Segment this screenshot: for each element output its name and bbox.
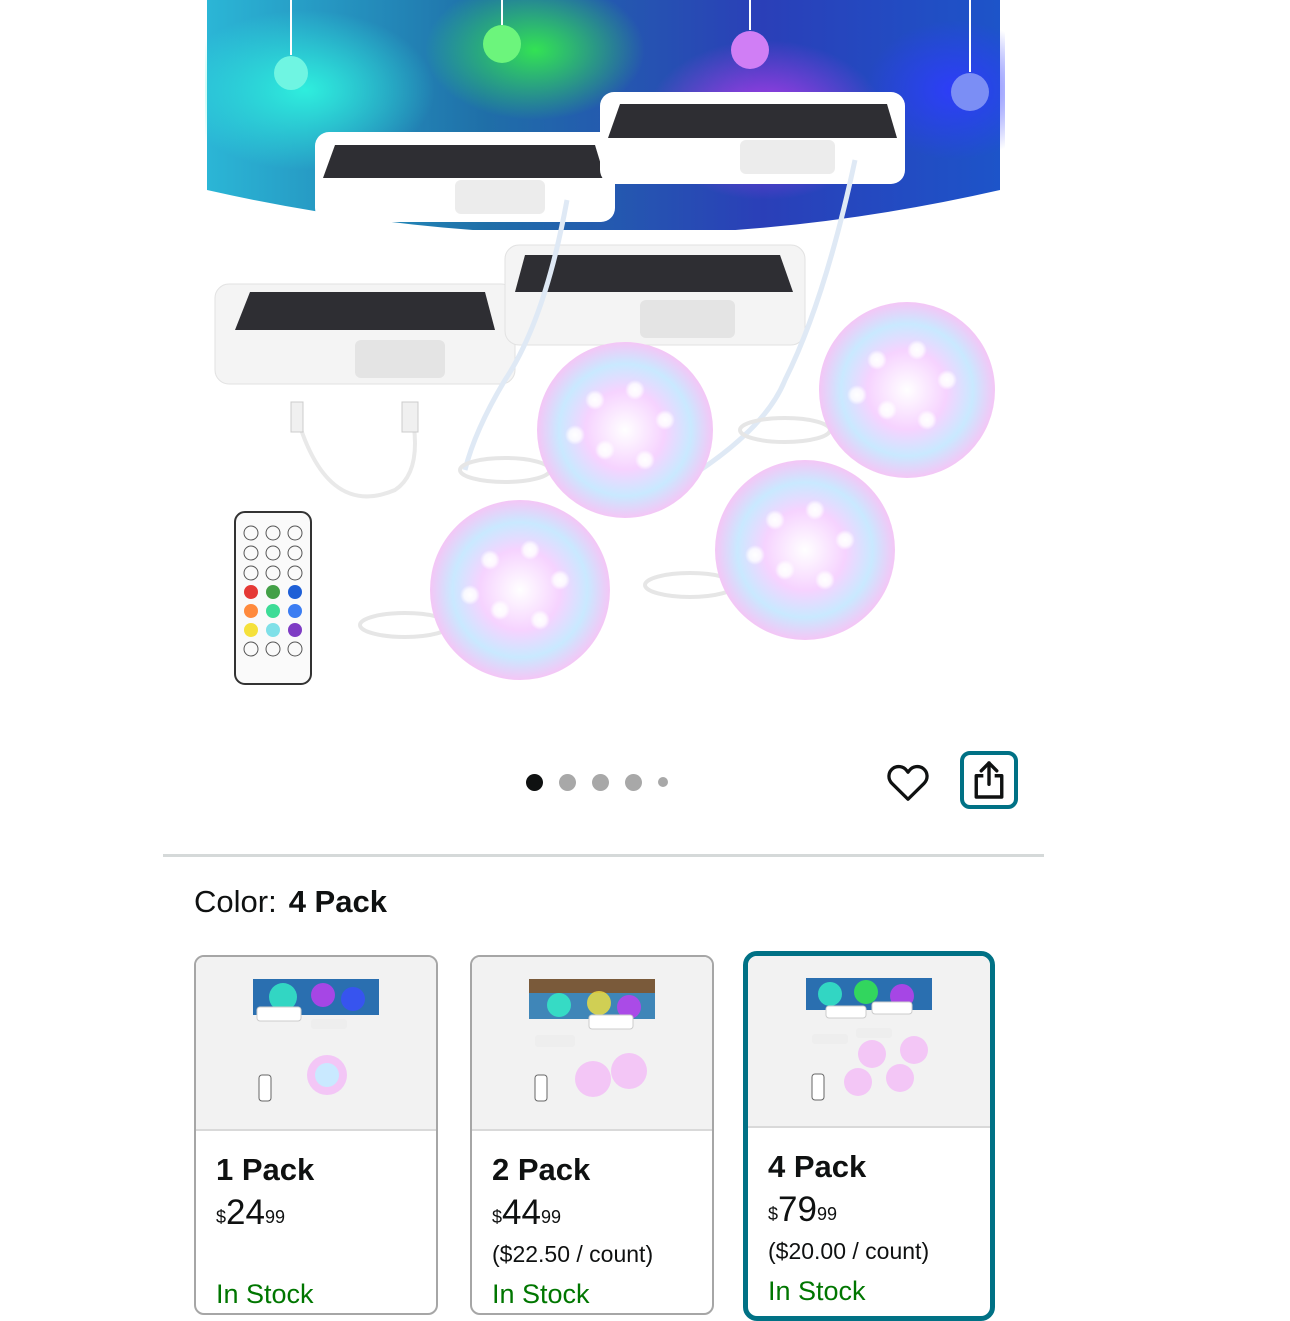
variant-label-text: Color:	[194, 884, 277, 919]
share-icon	[974, 761, 1004, 799]
variant-label: Color: 4 Pack	[194, 884, 387, 920]
variant-title: 4 Pack	[768, 1149, 867, 1184]
variant-selected-value: 4 Pack	[288, 884, 387, 919]
variant-thumbnail	[196, 957, 436, 1131]
variant-unit-price	[216, 1241, 436, 1269]
variant-unit-price: ($22.50 / count)	[492, 1241, 654, 1267]
variant-option-4-pack[interactable]: 4 Pack $7999 ($20.00 / count) In Stock	[743, 951, 995, 1321]
carousel-dot[interactable]	[592, 773, 609, 791]
variant-title: 2 Pack	[492, 1152, 591, 1187]
variant-unit-price: ($20.00 / count)	[768, 1238, 930, 1264]
variant-stock-status: In Stock	[216, 1279, 314, 1309]
variant-thumbnail	[472, 957, 712, 1131]
variant-thumbnail	[748, 956, 990, 1128]
carousel-dot[interactable]	[658, 777, 668, 787]
product-main-image[interactable]	[205, 0, 1005, 700]
carousel-dot[interactable]	[559, 773, 576, 791]
variant-stock-status: In Stock	[492, 1279, 590, 1309]
image-carousel-dots[interactable]	[526, 772, 668, 792]
variant-option-1-pack[interactable]: 1 Pack $2499 In Stock	[194, 955, 438, 1315]
variant-stock-status: In Stock	[768, 1276, 866, 1306]
variant-title: 1 Pack	[216, 1152, 315, 1187]
variant-option-2-pack[interactable]: 2 Pack $4499 ($22.50 / count) In Stock	[470, 955, 714, 1315]
share-button[interactable]	[960, 751, 1018, 809]
carousel-dot[interactable]	[526, 773, 543, 791]
add-to-wishlist-button[interactable]	[884, 756, 932, 808]
variant-price: $7999	[768, 1190, 837, 1229]
variant-price: $2499	[216, 1193, 285, 1232]
variant-price: $4499	[492, 1193, 561, 1232]
section-divider	[163, 854, 1044, 857]
heart-outline-icon	[887, 764, 929, 801]
carousel-dot[interactable]	[625, 773, 642, 791]
